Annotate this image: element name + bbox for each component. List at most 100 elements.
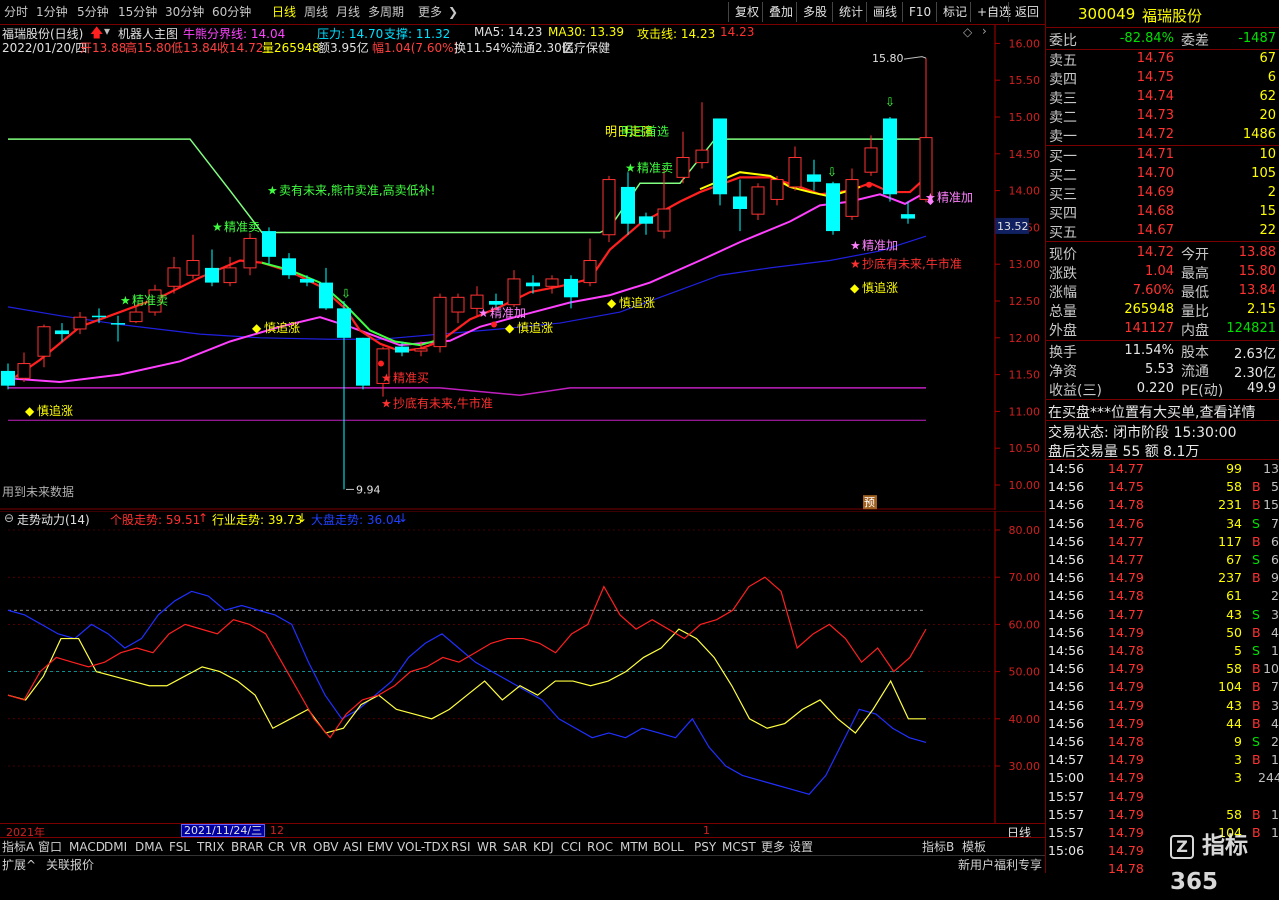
f10-button[interactable]: F10 [902, 2, 937, 22]
expand-button[interactable]: 扩展^ [2, 857, 36, 873]
period-tab-60min[interactable]: 60分钟 [212, 3, 251, 21]
ask-5-price[interactable]: 14.76 [1086, 51, 1174, 66]
stat-label: 换手 [1049, 345, 1077, 361]
candle [695, 102, 709, 169]
indicator-tab-cr[interactable]: CR [268, 839, 285, 855]
indicator-b-tab[interactable]: 指标B [922, 839, 954, 855]
tick-volume: 5 [1234, 643, 1242, 658]
ask-4-price[interactable]: 14.75 [1086, 70, 1174, 85]
ask-2-price[interactable]: 14.73 [1086, 108, 1174, 123]
indicator-tab-psy[interactable]: PSY [694, 839, 716, 855]
bid-2-price[interactable]: 14.70 [1086, 166, 1174, 181]
indicator-tab-roc[interactable]: ROC [587, 839, 613, 855]
tick-price: 14.79 [1108, 806, 1144, 822]
indicator-tab-asi[interactable]: ASI [343, 839, 362, 855]
period-tab-weekly[interactable]: 周线 [304, 3, 328, 21]
indicator-tab-trix[interactable]: TRIX [197, 839, 224, 855]
period-tab-daily[interactable]: 日线 [272, 3, 296, 21]
tick-volume: 231 [1218, 497, 1242, 513]
tick-time: 14:56 [1048, 570, 1085, 586]
kline-chart-panel[interactable]: 16.0015.5015.0014.5014.0013.5013.0012.50… [0, 24, 1045, 510]
candle-body [433, 296, 447, 348]
period-tab-15min[interactable]: 15分钟 [118, 3, 157, 21]
overlay-button[interactable]: 叠加 [762, 2, 799, 22]
stat-value: 0.220 [1136, 381, 1174, 396]
indicator-tab-mcst[interactable]: MCST [722, 839, 756, 855]
indicator-tab-mtm[interactable]: MTM [620, 839, 648, 855]
back-button[interactable]: 返回 [1008, 2, 1045, 22]
period-tab-timeshare[interactable]: 分时 [4, 3, 28, 21]
multi-stock-button[interactable]: 多股 [796, 2, 833, 22]
period-tab-1min[interactable]: 1分钟 [36, 3, 68, 21]
indicator-tab-更多[interactable]: 更多 [761, 839, 785, 855]
candle [17, 352, 31, 382]
tick-time: 14:56 [1048, 697, 1085, 713]
cursor-date: 2021/11/24/三 [181, 824, 266, 837]
dropdown-icon[interactable]: ▾ [104, 24, 110, 38]
period-tab-5min[interactable]: 5分钟 [77, 3, 109, 21]
stats-button[interactable]: 统计 [832, 2, 869, 22]
indicator-tab-vr[interactable]: VR [290, 839, 307, 855]
bid-5-price[interactable]: 14.67 [1086, 223, 1174, 238]
candle [507, 270, 521, 307]
indicator-tab-指标a[interactable]: 指标A [2, 839, 34, 855]
wei-bi-value: -82.84% [1119, 31, 1174, 46]
indicator-tab-emv[interactable]: EMV [367, 839, 393, 855]
price-axis-label: 12.50 [1009, 295, 1041, 308]
ask-1-price[interactable]: 14.72 [1086, 127, 1174, 142]
candle-body [507, 278, 521, 306]
indicator-name[interactable]: 走势动力(14) [17, 511, 90, 528]
tick-price: 14.79 [1108, 770, 1144, 786]
stat-value: 141127 [1124, 321, 1174, 336]
stock-name: 福瑞股份 [1142, 7, 1203, 25]
period-tab-monthly[interactable]: 月线 [336, 3, 360, 21]
bid-4-price[interactable]: 14.68 [1086, 204, 1174, 219]
mark-button[interactable]: 标记 [936, 2, 973, 22]
info-sector: 医疗保健 [562, 41, 611, 55]
indicator-tab-cci[interactable]: CCI [561, 839, 581, 855]
indicator-tab-sar[interactable]: SAR [503, 839, 527, 855]
indicator-tab-obv[interactable]: OBV [313, 839, 339, 855]
tick-volume: 9 [1234, 734, 1242, 749]
big-order-notice[interactable]: 在买盘***位置有大买单,查看详情 [1048, 402, 1255, 422]
adjust-button[interactable]: 复权 [728, 2, 765, 22]
indicator-chart[interactable]: 80.00 70.00 60.00 50.00 40.00 30.00 [0, 511, 1045, 823]
bid-3-price[interactable]: 14.69 [1086, 185, 1174, 200]
kline-chart[interactable]: 16.0015.5015.0014.5014.0013.5013.0012.50… [0, 25, 1045, 510]
indicator-tab-wr[interactable]: WR [477, 839, 497, 855]
bottom-future-annotation-2: 抄底有未来,牛市准 [862, 256, 962, 271]
tick-time: 15:57 [1048, 806, 1085, 822]
indicator-tab-dma[interactable]: DMA [135, 839, 163, 855]
bid-1-price[interactable]: 14.71 [1086, 147, 1174, 162]
collapse-icon[interactable]: ⊖ [4, 511, 14, 525]
period-tab-30min[interactable]: 30分钟 [165, 3, 204, 21]
precise-sell-annotation-3: 精准卖 [637, 161, 673, 175]
tick-count: 13 [1263, 461, 1279, 476]
indicator-panel[interactable]: 80.00 70.00 60.00 50.00 40.00 30.00 ⊖ 走势动力(14… [0, 511, 1045, 823]
new-user-benefit-link[interactable]: 新用户福利专享 [958, 857, 1042, 873]
template-tab[interactable]: 模板 [962, 839, 986, 855]
related-quotes-tab[interactable]: 关联报价 [46, 857, 94, 873]
ask-3-price[interactable]: 14.74 [1086, 89, 1174, 104]
indicator-tab-boll[interactable]: BOLL [653, 839, 684, 855]
chevron-right-icon[interactable]: ❯ [448, 3, 458, 21]
indicator-tab-fsl[interactable]: FSL [169, 839, 190, 855]
draw-line-button[interactable]: 画线 [866, 2, 903, 22]
indicator-tab-macd[interactable]: MACD [69, 839, 105, 855]
bid-5-label: 买五 [1049, 225, 1077, 241]
indicator-tab-dmi[interactable]: DMI [104, 839, 127, 855]
indicator-tab-设置[interactable]: 设置 [789, 839, 813, 855]
indicator-tab-窗口[interactable]: 窗口 [38, 839, 62, 855]
stock-trend-value: 个股走势: 59.51 [110, 513, 201, 527]
candle-body [564, 278, 578, 298]
indicator-tab-vol-tdx[interactable]: VOL-TDX [397, 839, 449, 855]
ma5-value: MA5: 14.23 [474, 25, 543, 39]
diamond-icon[interactable]: ◇ [963, 25, 972, 39]
period-tab-more[interactable]: 更多 [418, 3, 442, 21]
candle [713, 118, 727, 206]
chevron-right-icon[interactable]: › [982, 24, 987, 38]
indicator-tab-rsi[interactable]: RSI [451, 839, 471, 855]
indicator-tab-brar[interactable]: BRAR [231, 839, 264, 855]
indicator-tab-kdj[interactable]: KDJ [533, 839, 554, 855]
period-tab-multi[interactable]: 多周期 [368, 3, 404, 21]
